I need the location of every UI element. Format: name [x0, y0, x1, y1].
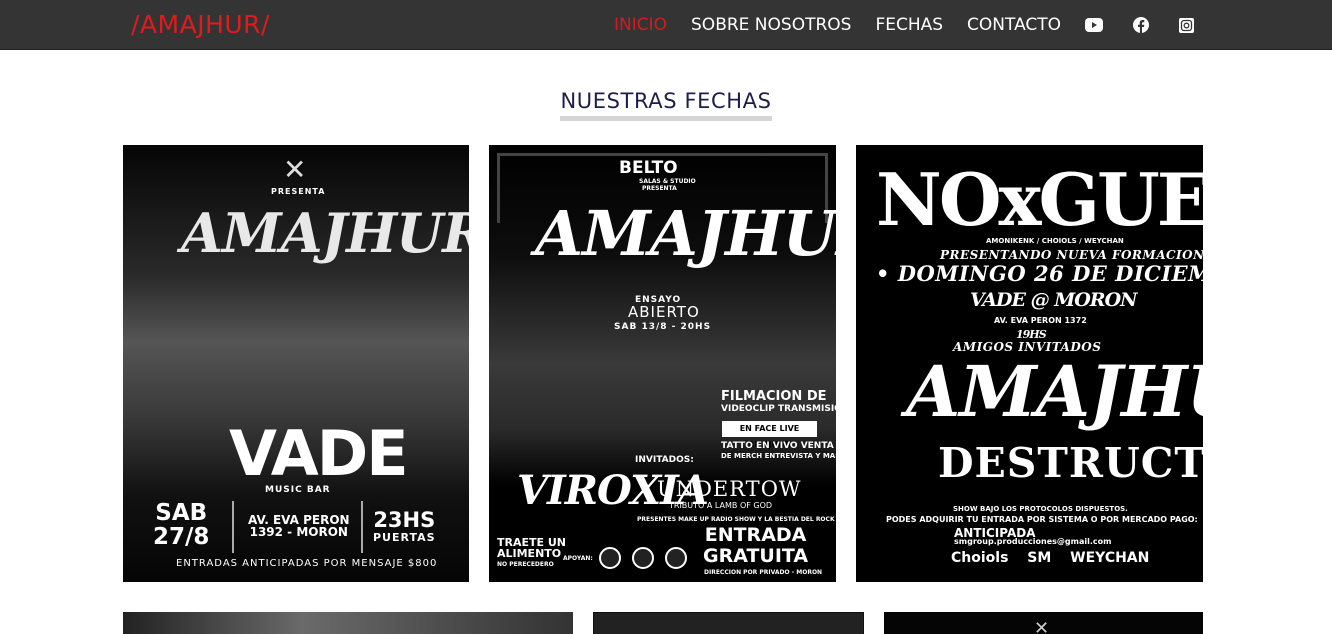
event-poster-row2-3[interactable]: ✕ [884, 612, 1203, 634]
poster-date: • DOMINGO 26 DE DICIEMBRE • [876, 261, 1203, 286]
poster-date-num: 27/8 [153, 524, 210, 550]
poster-guest: DESTRUCTIVA [938, 439, 1203, 487]
poster-venue: VADE [229, 417, 409, 490]
poster-apoyan: APOYAN: [563, 555, 593, 562]
poster-direccion: DIRECCION POR PRIVADO - MORON [704, 569, 823, 576]
event-poster-vade[interactable]: ✕ PRESENTA AMAJHUR VADE MUSIC BAR SAB 27… [123, 145, 469, 582]
nav-link-sobre-nosotros[interactable]: SOBRE NOSOTROS [691, 15, 851, 35]
poster-logos: Choiols SM WEYCHAN [951, 550, 1150, 566]
poster-guest-2-sub: TRIBUTO A LAMB OF GOD [669, 501, 773, 510]
divider [361, 501, 363, 553]
nav-link-fechas[interactable]: FECHAS [875, 15, 943, 35]
poster-presenta: PRESENTA [271, 187, 326, 196]
poster-traete: TRAETE UN ALIMENTO NO PERECEDERO [497, 537, 566, 570]
poster-presentando: PRESENTANDO NUEVA FORMACION [940, 248, 1203, 262]
divider [232, 501, 234, 553]
poster-entrada: ENTRADA GRATUITA [703, 525, 808, 567]
poster-date-day: SAB [155, 500, 208, 526]
poster-invitados: INVITADOS: [635, 455, 694, 465]
poster-band-name: AMAJHUR [181, 201, 469, 265]
poster-address: AV. EVA PERON 1372 [994, 316, 1087, 325]
poster-band-name: AMAJHUR [906, 350, 1203, 433]
poster-title: NOxGUERRA [876, 157, 1203, 242]
poster-presenter-sub: SALAS & STUDIO [639, 178, 696, 185]
poster-filmacion-line1: FILMACION DE [721, 389, 827, 404]
poster-tatto: TATTO EN VIVO VENTA DE MERCH ENTREVISTA … [721, 441, 836, 461]
youtube-icon[interactable] [1085, 18, 1104, 32]
poster-entrada-line2: GRATUITA [703, 545, 809, 567]
poster-presentes: PRESENTES MAKE UP RADIO SHOW Y LA BESTIA… [637, 516, 835, 523]
poster-time-value: 23HS [373, 508, 436, 532]
poster-traete-line2: ALIMENTO [497, 547, 562, 560]
nav-link-contacto[interactable]: CONTACTO [967, 15, 1061, 35]
instagram-icon[interactable] [1179, 17, 1195, 33]
sponsor-logo [599, 547, 621, 569]
nav-menu: INICIO SOBRE NOSOTROS FECHAS CONTACTO [614, 0, 1224, 50]
poster-tatto-line2: DE MERCH ENTREVISTA Y MAS [721, 452, 836, 460]
section-title-wrapper: NUESTRAS FECHAS [0, 86, 1332, 121]
poster-facebook-box: EN FACE LIVE AMAJHUR [722, 421, 817, 449]
poster-time-sub: PUERTAS [373, 531, 436, 544]
brand-logo[interactable]: /AMAJHUR/ [131, 10, 270, 39]
sponsor-logo [632, 547, 654, 569]
event-poster-noguerra[interactable]: NOxGUERRA AMONIKENK / CHOIOLS / WEYCHAN … [856, 145, 1203, 582]
navbar: /AMAJHUR/ INICIO SOBRE NOSOTROS FECHAS C… [0, 0, 1332, 50]
sponsor-logo [665, 547, 687, 569]
x-logo: ✕ [1034, 618, 1050, 634]
poster-abierto: ABIERTO [628, 303, 700, 321]
poster-podes: PODES ADQUIRIR TU ENTRADA POR SISTEMA O … [886, 515, 1198, 524]
poster-time: 23HS PUERTAS [373, 508, 436, 547]
poster-address-line2: 1392 - MORON [249, 525, 348, 539]
poster-mail: smgroup.producciones@gmail.com [954, 537, 1112, 546]
poster-entrada-line1: ENTRADA [704, 524, 807, 546]
poster-filmacion-line2: VIDEOCLIP TRANSMISION [721, 404, 836, 414]
poster-guest-2: UNDERTOW [657, 477, 802, 501]
poster-venue: VADE @ MORON [970, 289, 1137, 311]
poster-address: AV. EVA PERON 1392 - MORON [248, 514, 350, 538]
poster-presenta: PRESENTA [642, 185, 677, 192]
poster-footer: ENTRADAS ANTICIPADAS POR MENSAJE $800 [176, 558, 438, 569]
facebook-icon[interactable] [1133, 17, 1150, 33]
x-logo: ✕ [283, 153, 307, 186]
event-poster-row2-1[interactable] [123, 612, 573, 634]
poster-date: SAB 27/8 [153, 501, 209, 549]
poster-band-name: AMAJHUR [535, 197, 836, 270]
poster-sponsors: AMONIKENK / CHOIOLS / WEYCHAN [986, 237, 1124, 245]
nav-link-inicio[interactable]: INICIO [614, 15, 667, 35]
event-poster-ensayo-abierto[interactable]: BELTO SALAS & STUDIO PRESENTA AMAJHUR EN… [489, 145, 836, 582]
poster-show: SHOW BAJO LOS PROTOCOLOS DISPUESTOS. [953, 505, 1128, 513]
event-poster-row2-2[interactable] [593, 612, 864, 634]
section-title: NUESTRAS FECHAS [560, 86, 772, 121]
poster-venue-sub: MUSIC BAR [265, 485, 331, 495]
poster-traete-line3: NO PERECEDERO [497, 561, 554, 568]
poster-presenter: BELTO [619, 158, 678, 178]
poster-tatto-line1: TATTO EN VIVO VENTA [721, 441, 834, 451]
poster-date: SAB 13/8 - 20HS [614, 322, 712, 332]
poster-filmacion: FILMACION DE VIDEOCLIP TRANSMISION [721, 390, 836, 416]
